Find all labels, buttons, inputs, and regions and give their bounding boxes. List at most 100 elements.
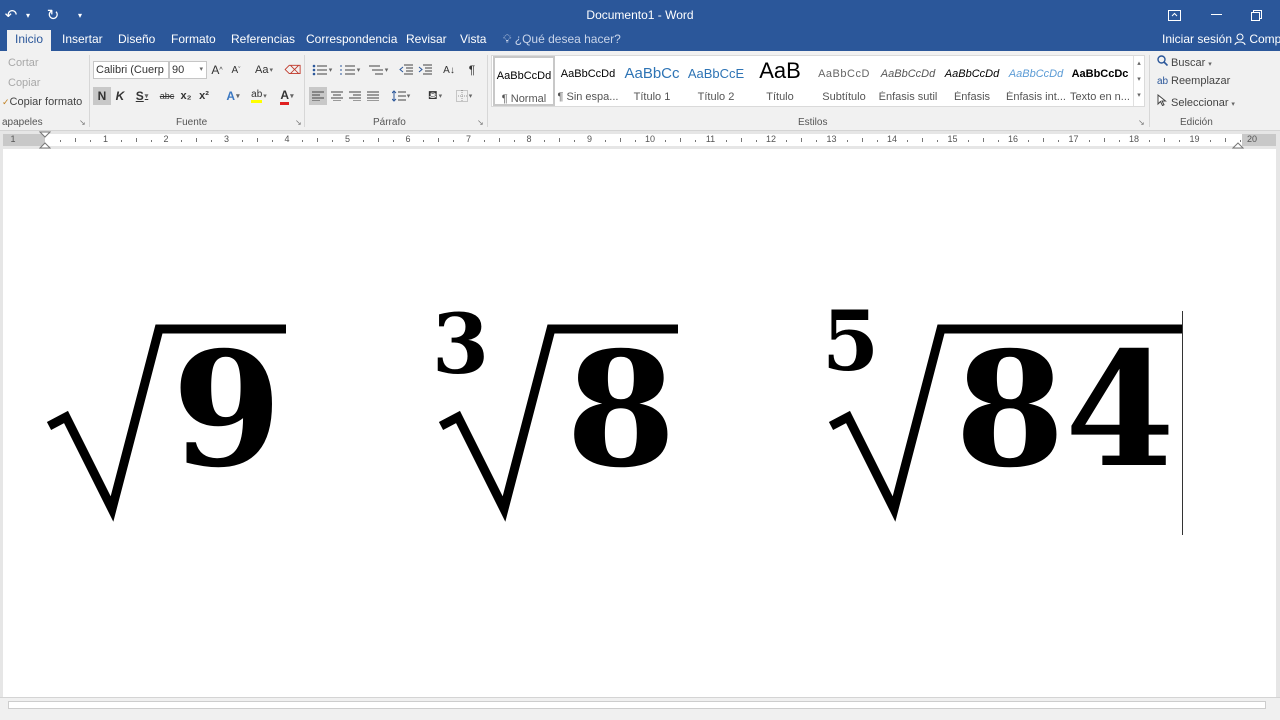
share-button[interactable]: Compartir	[1234, 30, 1280, 51]
clear-formatting-icon[interactable]: ⌫	[285, 61, 302, 79]
root-index-3[interactable]: 5	[822, 301, 879, 383]
italic-button[interactable]: K	[112, 87, 128, 105]
style-sin-espaciado[interactable]: AaBbCcDd ¶ Sin espa...	[557, 56, 619, 106]
radicand-1[interactable]: 9	[172, 332, 282, 490]
shrink-font-button[interactable]: Aˇ	[228, 61, 244, 79]
document-canvas[interactable]: 9 3 8 5 84	[0, 149, 1280, 697]
text-effects-button[interactable]: A ▾	[221, 87, 245, 105]
cut-button[interactable]: Cortar	[8, 57, 39, 69]
style-texto-en-negrita[interactable]: AaBbCcDc Texto en n...	[1069, 56, 1131, 106]
multilevel-list-button[interactable]: ▾	[365, 61, 391, 79]
underline-button[interactable]: S ▾	[130, 87, 154, 105]
style-titulo-1[interactable]: AaBbCc Título 1	[621, 56, 683, 106]
tab-formato[interactable]: Formato	[163, 30, 224, 51]
ruler-number: 9	[586, 134, 592, 144]
style-titulo[interactable]: AaB Título	[749, 56, 811, 106]
ruler-tick	[861, 138, 863, 142]
select-button[interactable]: Seleccionar ▾	[1157, 93, 1235, 109]
tell-me-box[interactable]: 💡︎ ¿Qué desea hacer?	[503, 30, 621, 51]
highlight-button[interactable]: ab ▾	[247, 87, 271, 105]
tab-correspondencia[interactable]: Correspondencia	[298, 30, 405, 51]
line-spacing-button[interactable]: ▾	[388, 87, 414, 105]
paintbrush-icon: ✓	[2, 97, 10, 107]
indent-marker-icon[interactable]	[39, 131, 51, 151]
horizontal-ruler[interactable]: 1 1 2 3 4 5 6 7 8 9 10 11 12 13 14 15 16 17 18 19 20	[0, 131, 1280, 149]
tab-referencias[interactable]: Referencias	[223, 30, 303, 51]
ruler-number: 6	[405, 134, 411, 144]
divider	[89, 55, 90, 127]
strikethrough-button[interactable]: abc	[158, 87, 176, 105]
more-styles-icon[interactable]: ▾	[1134, 88, 1144, 104]
subscript-button[interactable]: x₂	[178, 87, 194, 105]
clipboard-launcher-icon[interactable]: ↘	[79, 118, 86, 127]
tab-vista[interactable]: Vista	[452, 30, 494, 51]
scroll-up-icon[interactable]: ▴	[1134, 56, 1144, 72]
scrollbar-thumb[interactable]	[8, 701, 1266, 709]
format-painter-button[interactable]: ✓Copiar formato	[2, 96, 82, 108]
numbering-button[interactable]: ▾	[337, 61, 363, 79]
replace-button[interactable]: ab Reemplazar	[1157, 75, 1230, 87]
horizontal-scrollbar[interactable]	[0, 697, 1280, 712]
font-launcher-icon[interactable]: ↘	[295, 118, 302, 127]
replace-label: Reemplazar	[1171, 75, 1231, 87]
style-titulo-2[interactable]: AaBbCcE Título 2	[685, 56, 747, 106]
borders-button[interactable]: ▾	[451, 87, 477, 105]
style-normal[interactable]: AaBbCcDd ¶ Normal	[493, 56, 555, 106]
styles-gallery: AaBbCcDd ¶ Normal AaBbCcDd ¶ Sin espa...…	[491, 55, 1145, 107]
bullets-button[interactable]: ▾	[309, 61, 335, 79]
ribbon-tabs: Inicio Insertar Diseño Formato Referenci…	[0, 30, 1280, 51]
bold-button[interactable]: N	[93, 87, 111, 105]
grow-font-button[interactable]: A ^	[209, 61, 225, 79]
styles-launcher-icon[interactable]: ↘	[1138, 118, 1145, 127]
right-indent-marker-icon[interactable]	[1232, 131, 1244, 151]
radicand-2[interactable]: 8	[566, 332, 676, 490]
ruler-tick	[302, 140, 304, 142]
align-center-icon[interactable]	[328, 87, 346, 105]
find-button[interactable]: Buscar ▾	[1157, 55, 1212, 69]
ribbon-display-options-icon[interactable]	[1154, 0, 1194, 30]
justify-icon[interactable]	[364, 87, 382, 105]
paint-bucket-icon: ⛾	[427, 88, 438, 102]
style-subtitulo[interactable]: AaBbCcD Subtítulo	[813, 56, 875, 106]
ruler-tick	[725, 140, 727, 142]
decrease-indent-icon[interactable]	[397, 61, 415, 79]
undo-dropdown-icon[interactable]: ▾	[22, 0, 34, 30]
paragraph-launcher-icon[interactable]: ↘	[477, 118, 484, 127]
copy-button[interactable]: Copiar	[8, 77, 40, 89]
font-color-icon: A	[280, 88, 290, 105]
customize-toolbar-icon[interactable]: ▾	[74, 0, 86, 30]
restore-icon[interactable]	[1236, 0, 1276, 30]
font-size-box[interactable]: 90 ▾	[169, 61, 207, 79]
style-enfasis-intenso[interactable]: AaBbCcDd Énfasis int...	[1005, 56, 1067, 106]
shading-button[interactable]: ⛾ ▾	[422, 87, 448, 105]
ruler-tick	[740, 138, 742, 142]
superscript-button[interactable]: x²	[196, 87, 212, 105]
undo-icon[interactable]: ↶	[0, 0, 22, 30]
font-color-button[interactable]: A ▾	[275, 87, 299, 105]
change-case-icon: Aa	[255, 64, 269, 76]
sort-icon[interactable]: A↓	[440, 61, 458, 79]
redo-icon[interactable]: ↻	[42, 0, 64, 30]
root-index-2[interactable]: 3	[432, 304, 489, 386]
tab-inicio[interactable]: Inicio	[7, 30, 52, 51]
ruler-number: 14	[886, 134, 897, 144]
show-formatting-button[interactable]: ¶	[464, 61, 480, 79]
tab-revisar[interactable]: Revisar	[398, 30, 455, 51]
style-enfasis[interactable]: AaBbCcDd Énfasis	[941, 56, 1003, 106]
increase-indent-icon[interactable]	[416, 61, 434, 79]
style-name: ¶ Normal	[501, 93, 547, 105]
change-case-button[interactable]: Aa ▾	[251, 61, 277, 79]
tab-diseno[interactable]: Diseño	[110, 30, 163, 51]
radicand-3[interactable]: 84	[955, 332, 1175, 490]
sign-in-link[interactable]: Iniciar sesión	[1162, 30, 1232, 51]
ruler-tick	[816, 140, 818, 142]
styles-scrollbar[interactable]: ▴ ▾ ▾	[1133, 56, 1144, 106]
align-left-icon[interactable]	[309, 87, 327, 105]
style-enfasis-sutil[interactable]: AaBbCcDd Énfasis sutil	[877, 56, 939, 106]
minimize-icon[interactable]	[1196, 0, 1236, 30]
align-right-icon[interactable]	[346, 87, 364, 105]
ruler-tick	[1058, 140, 1060, 142]
font-name-box[interactable]: Calibri (Cuerp	[93, 61, 169, 79]
tab-insertar[interactable]: Insertar	[54, 30, 111, 51]
scroll-down-icon[interactable]: ▾	[1134, 72, 1144, 88]
